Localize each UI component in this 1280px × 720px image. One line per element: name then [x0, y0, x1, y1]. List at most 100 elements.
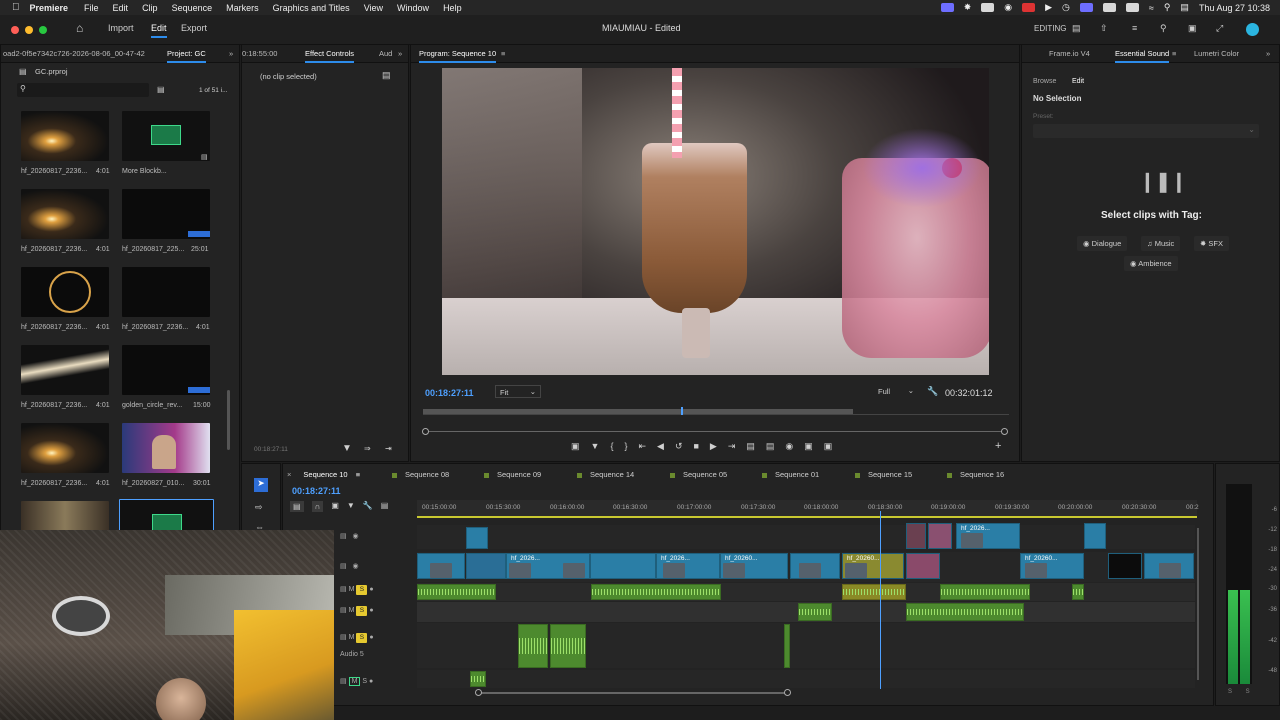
export-button[interactable]: Export [181, 23, 207, 33]
tab-lumetri[interactable]: Lumetri Color [1194, 49, 1239, 58]
video-clip[interactable]: hf_2026... [506, 553, 590, 579]
close-icon[interactable] [11, 26, 19, 34]
go-to-in-icon[interactable]: ⇤ [638, 441, 646, 452]
track-select-icon[interactable]: ⇨ [255, 502, 263, 513]
nest-icon[interactable]: ▤ [290, 501, 304, 512]
audio-clip[interactable] [906, 603, 1024, 621]
vertical-scrollbar[interactable] [1197, 528, 1199, 680]
record-icon[interactable] [1022, 3, 1036, 12]
tab-sequence-15[interactable]: Sequence 15 [855, 470, 912, 479]
video-clip[interactable] [417, 553, 465, 579]
mark-in-icon[interactable]: { [610, 441, 613, 452]
avatar[interactable] [1246, 23, 1259, 36]
video-clip[interactable] [1144, 553, 1194, 579]
search-icon[interactable]: ⚲ [1164, 2, 1171, 13]
video-frame[interactable] [442, 68, 989, 375]
timeline-playhead[interactable] [880, 511, 881, 689]
media-thumb[interactable] [122, 111, 210, 161]
track-a4[interactable] [417, 670, 1195, 688]
edit-button[interactable]: Edit [151, 23, 167, 38]
step-back-icon[interactable]: ◀ [657, 441, 664, 452]
go-to-out-icon[interactable]: ⇥ [728, 441, 736, 452]
work-area-bar[interactable] [417, 516, 1197, 518]
playhead[interactable] [681, 407, 683, 415]
tab-timecode-id[interactable]: oad2-0f5e7342c726-2026-08-06_00-47-42 [3, 49, 145, 58]
edit-tab[interactable]: Edit [1072, 78, 1084, 85]
proxy-icon[interactable]: ▣ [824, 441, 833, 452]
media-thumb[interactable] [21, 501, 109, 533]
scroll-handle-left[interactable] [422, 428, 429, 435]
menu-file[interactable]: File [84, 3, 99, 13]
sliders-icon[interactable]: ≡ [1132, 23, 1137, 33]
scroll-handle-right[interactable] [1001, 428, 1008, 435]
lift-icon[interactable]: ▤ [746, 441, 755, 452]
media-thumb[interactable] [21, 345, 109, 395]
tab-sequence-01[interactable]: Sequence 01 [762, 470, 819, 479]
video-clip[interactable] [590, 553, 656, 579]
add-button-icon[interactable]: + [995, 440, 1001, 452]
wifi-icon[interactable]: ≈ [1149, 3, 1154, 13]
linked-selection-icon[interactable]: ▣ [331, 501, 339, 512]
export-frame-icon[interactable]: ▣ [571, 441, 580, 452]
solo-button[interactable]: S [356, 633, 368, 643]
film-icon[interactable]: ▤ [340, 563, 347, 570]
window-icon[interactable] [1079, 3, 1093, 12]
video-clip[interactable] [1108, 553, 1142, 579]
tab-timecode[interactable]: 0:18:55:00 [242, 49, 277, 58]
clock-icon[interactable]: ◷ [1062, 2, 1070, 13]
timeline-scrollbar[interactable] [475, 689, 791, 696]
video-clip[interactable] [466, 553, 506, 579]
tab-sequence-08[interactable]: Sequence 08 [392, 470, 449, 479]
video-clip[interactable] [466, 527, 488, 549]
lock-icon[interactable]: ▤ [340, 678, 347, 685]
snap-icon[interactable]: ∩ [311, 501, 324, 512]
tag-ambience-button[interactable]: ◉ Ambience [1124, 256, 1178, 271]
minimize-icon[interactable] [25, 26, 33, 34]
expand-icon[interactable]: ⤢ [1216, 23, 1223, 34]
tag-dialogue-button[interactable]: ◉ Dialogue [1077, 236, 1128, 251]
panel-more-icon[interactable]: » [398, 49, 402, 58]
panel-more-icon[interactable]: » [1266, 49, 1270, 58]
tag-sfx-button[interactable]: ✸ SFX [1194, 236, 1229, 251]
share-icon[interactable]: ⇧ [1100, 23, 1108, 34]
tab-sequence-16[interactable]: Sequence 16 [947, 470, 1004, 479]
media-thumb[interactable] [21, 423, 109, 473]
media-thumb[interactable] [21, 189, 109, 239]
tab-menu-icon[interactable]: ≡ [501, 49, 505, 58]
screen-record-icon[interactable] [940, 3, 954, 12]
mic-icon[interactable]: ● [369, 678, 373, 685]
search-input[interactable]: ⚲ [17, 83, 149, 97]
menu-clip[interactable]: Clip [142, 3, 158, 13]
lock-icon[interactable]: ▤ [340, 634, 347, 641]
mark-out-icon[interactable]: } [624, 441, 627, 452]
solo-button[interactable]: S [356, 585, 368, 595]
video-clip[interactable]: hf_20260... [842, 553, 904, 579]
video-clip[interactable]: hf_2026... [656, 553, 720, 579]
brightness-icon[interactable]: ✸ [964, 2, 972, 13]
media-thumb[interactable] [122, 423, 210, 473]
lock-icon[interactable]: ▤ [340, 586, 347, 593]
preset-select[interactable]: ⌄ [1033, 124, 1259, 138]
tab-frameio[interactable]: Frame.io V4 [1049, 49, 1090, 58]
audio-clip[interactable] [591, 584, 721, 600]
bin-icon[interactable]: ▤ [157, 85, 165, 94]
keyboard-icon[interactable] [1102, 3, 1116, 12]
mute-button[interactable]: M [349, 586, 355, 593]
mute-button[interactable]: M [349, 607, 355, 614]
mic-icon[interactable]: ● [369, 586, 373, 593]
program-timecode[interactable]: 00:18:27:11 [425, 388, 474, 398]
workspaces-icon[interactable]: ▤ [1072, 23, 1081, 34]
panel-toggle-icon[interactable]: ▤ [382, 70, 391, 81]
settings-wrench-icon[interactable]: 🔧 [363, 501, 373, 512]
mic-icon[interactable]: ● [369, 607, 373, 614]
video-clip[interactable] [906, 553, 940, 579]
eye-icon[interactable]: ◉ [352, 533, 358, 540]
scrollbar[interactable] [227, 390, 230, 450]
audio-clip[interactable] [798, 603, 832, 621]
media-thumb-selected[interactable] [119, 499, 214, 533]
loop-icon[interactable]: ↺ [675, 441, 683, 452]
export-frame-icon[interactable]: ⇥ [385, 444, 392, 453]
film-icon[interactable]: ▤ [340, 533, 347, 540]
control-center-icon[interactable]: ▤ [1180, 2, 1189, 13]
tab-sequence-09[interactable]: Sequence 09 [484, 470, 541, 479]
